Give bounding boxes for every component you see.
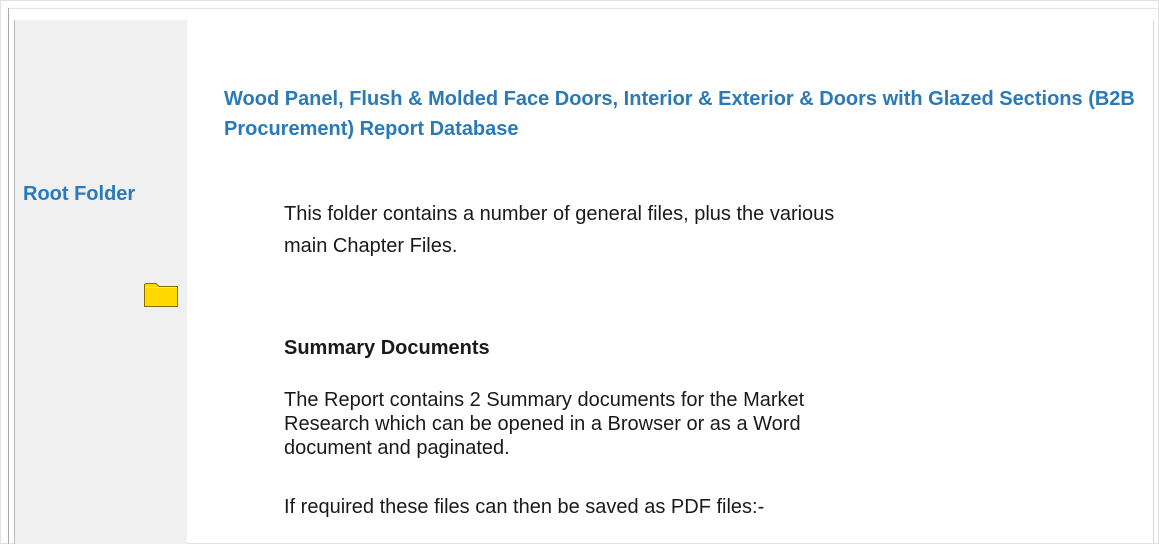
main-content: Wood Panel, Flush & Molded Face Doors, I… [187,20,1153,544]
right-divider [1153,20,1154,544]
top-divider [8,8,1159,9]
summary-paragraph: The Report contains 2 Summary documents … [284,389,805,459]
report-title: Wood Panel, Flush & Molded Face Doors, I… [224,88,1135,140]
pdf-paragraph: If required these files can then be save… [284,496,765,518]
intro-paragraph: This folder contains a number of general… [284,203,835,257]
sidebar-title: Root Folder [23,183,136,205]
folder-icon[interactable] [143,280,179,308]
page: Root Folder Wood Panel, Flush & Molded F… [0,0,1159,544]
section-heading: Summary Documents [284,337,490,359]
left-divider [8,8,9,544]
